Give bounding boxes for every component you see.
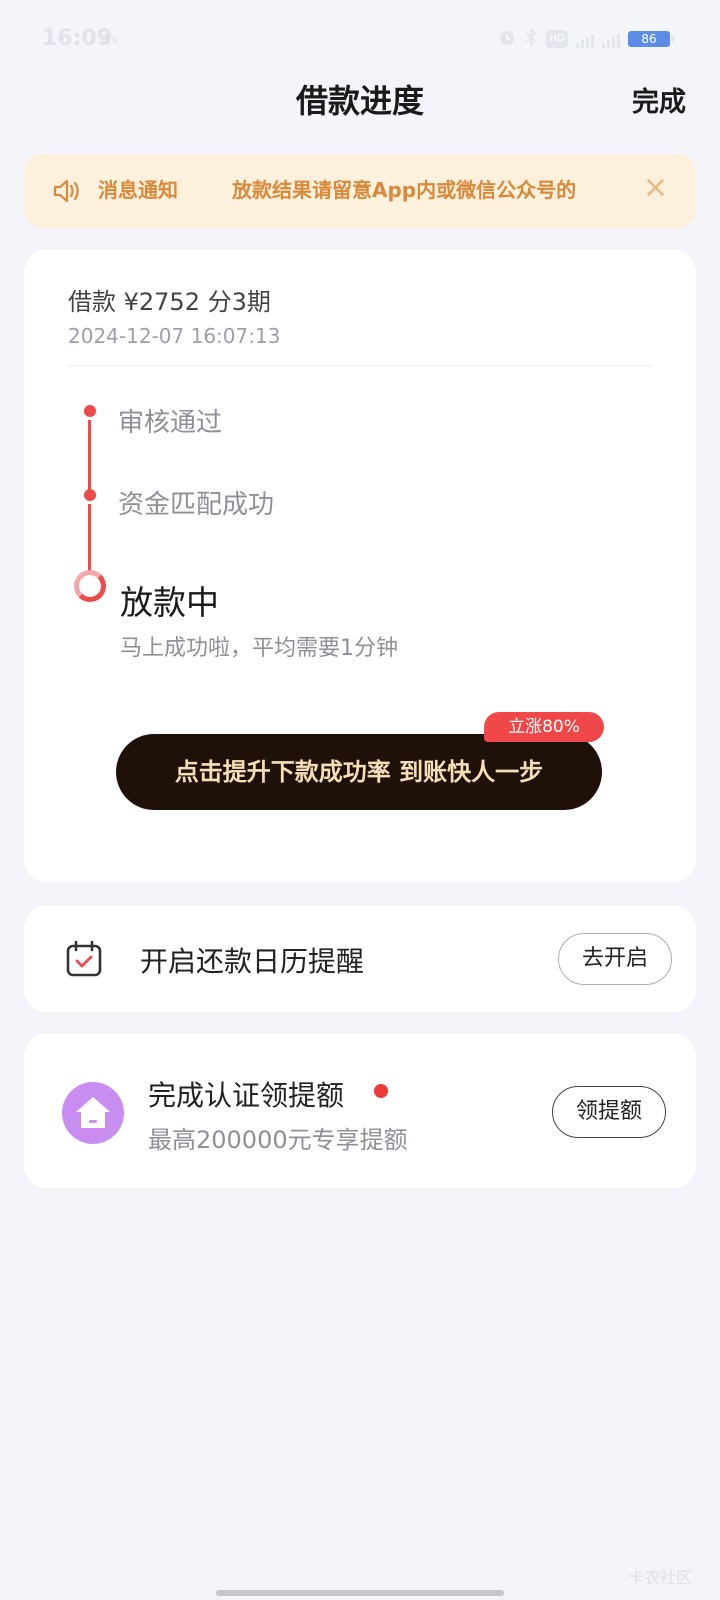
status-icons: HD 86 [498, 26, 674, 50]
boost-badge: 立涨80% [484, 712, 604, 742]
notice-label: 消息通知 [98, 178, 178, 202]
status-network-speed: 6/s [100, 32, 118, 46]
hd-icon: HD [546, 30, 568, 48]
calendar-reminder-card: 开启还款日历提醒 去开启 [24, 906, 696, 1012]
enable-calendar-button[interactable]: 去开启 [558, 933, 672, 985]
status-bar: 16:09 6/s HD 86 [0, 0, 720, 80]
calendar-icon [66, 940, 102, 982]
page-title: 借款进度 [295, 82, 424, 120]
credit-increase-card: 完成认证领提额 最高200000元专享提额 领提额 [24, 1034, 696, 1188]
notice-banner[interactable]: 消息通知 放款结果请留意App内或微信公众号的 × [24, 154, 696, 228]
speaker-icon [52, 178, 82, 208]
loan-progress-card: 借款 ¥2752 分3期 2024-12-07 16:07:13 审核通过 资金… [24, 250, 696, 882]
signal-icon-2 [602, 30, 620, 48]
home-indicator[interactable] [216, 1590, 504, 1596]
timeline-line [88, 504, 91, 572]
divider [68, 365, 652, 366]
loading-ring-icon [74, 570, 106, 602]
credit-title: 完成认证领提额 [148, 1079, 345, 1112]
timeline-line [88, 420, 91, 500]
claim-credit-button[interactable]: 领提额 [552, 1086, 666, 1138]
battery-icon: 86 [628, 31, 674, 47]
alarm-icon [498, 28, 516, 50]
credit-subtitle: 最高200000元专享提额 [148, 1126, 408, 1154]
notice-text: 放款结果请留意App内或微信公众号的 [232, 178, 577, 202]
signal-icon [576, 30, 594, 48]
step-label: 审核通过 [118, 408, 223, 438]
bluetooth-icon [524, 26, 538, 50]
step-current-label: 放款中 [120, 583, 219, 622]
home-icon [62, 1082, 124, 1144]
step-label: 资金匹配成功 [118, 490, 275, 520]
close-icon[interactable]: × [643, 172, 668, 204]
calendar-reminder-text: 开启还款日历提醒 [140, 945, 365, 978]
step-current-desc: 马上成功啦，平均需要1分钟 [120, 636, 398, 661]
loan-time: 2024-12-07 16:07:13 [68, 324, 281, 348]
boost-success-button[interactable]: 点击提升下款成功率 到账快人一步 [116, 734, 602, 810]
watermark: 卡农社区 [627, 1568, 692, 1587]
timeline-dot-done [84, 489, 96, 501]
new-badge-dot [374, 1084, 388, 1098]
done-button[interactable]: 完成 [632, 80, 686, 119]
timeline-dot-done [84, 405, 96, 417]
loan-summary: 借款 ¥2752 分3期 [68, 288, 271, 316]
